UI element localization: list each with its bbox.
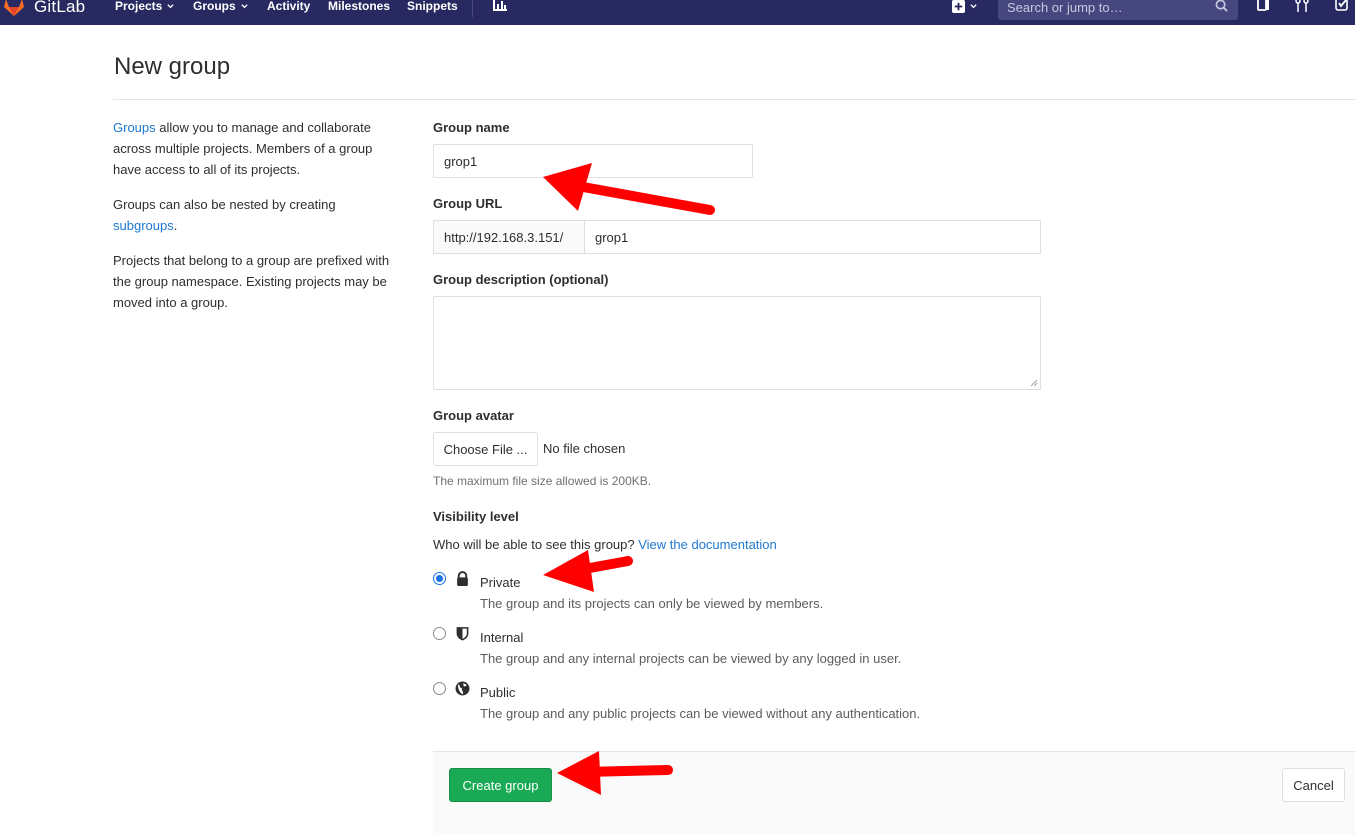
cancel-button[interactable]: Cancel [1282,768,1345,802]
visibility-question-text: Who will be able to see this group? [433,537,639,552]
todo-check-icon[interactable] [1335,0,1351,14]
visibility-internal-radio[interactable] [433,627,446,640]
nav-snippets[interactable]: Snippets [407,0,458,13]
choose-file-button[interactable]: Choose File ... [433,432,538,466]
visibility-level-label: Visibility level [433,509,519,524]
nav-snippets-label: Snippets [407,0,458,13]
search-input[interactable]: Search or jump to… [998,0,1238,20]
group-description-textarea[interactable] [433,296,1041,390]
help-text: . [173,218,178,233]
visibility-private-description: The group and its projects can only be v… [480,596,824,611]
group-name-label: Group name [433,120,510,135]
plus-square-icon [952,0,965,13]
page-title: New group [114,53,231,80]
chevron-down-icon [970,3,977,8]
group-name-value: grop1 [444,153,478,169]
nav-divider [472,0,473,17]
nav-projects[interactable]: Projects [115,0,175,13]
nav-milestones-label: Milestones [328,0,391,13]
merge-request-icon[interactable] [1294,0,1310,14]
gitlab-logo[interactable]: GitLab [0,0,85,20]
nav-activity-label: Activity [267,0,311,13]
visibility-private-label: Private [480,575,521,590]
help-text: Groups can also be nested by creating [113,197,336,212]
annotation-arrow-private [543,550,633,592]
visibility-internal-label: Internal [480,630,524,645]
top-navbar: GitLab Projects Groups Activity Mileston… [0,0,1355,25]
help-text: Projects that belong to a group are pref… [113,253,390,310]
group-url-input[interactable]: grop1 [584,220,1041,254]
nav-milestones[interactable]: Milestones [328,0,390,13]
title-divider [113,99,1355,100]
search-placeholder: Search or jump to… [1007,0,1123,15]
nav-groups[interactable]: Groups [193,0,249,13]
group-url-value: grop1 [595,229,629,245]
chevron-down-icon [240,3,248,8]
visibility-public-description: The group and any public projects can be… [480,706,921,721]
visibility-private-radio[interactable] [433,572,446,585]
nav-projects-label: Projects [115,0,163,13]
group-description-label: Group description (optional) [433,272,609,287]
chart-icon[interactable] [492,0,508,14]
group-url-label: Group URL [433,196,503,211]
brand-name: GitLab [34,0,86,16]
groups-link[interactable]: Groups [113,120,156,135]
resize-handle-icon[interactable] [1030,379,1038,387]
create-group-button[interactable]: Create group [449,768,552,802]
avatar-size-hint: The maximum file size allowed is 200KB. [433,474,652,488]
issues-icon[interactable] [1256,0,1272,14]
visibility-public-radio[interactable] [433,682,446,695]
nav-groups-label: Groups [193,0,236,13]
globe-icon [455,681,470,696]
help-paragraph-groups: Groups allow you to manage and collabora… [113,117,403,180]
visibility-public-label: Public [480,685,516,700]
file-status: No file chosen [543,441,626,456]
lock-icon [457,571,468,586]
help-paragraph-namespace: Projects that belong to a group are pref… [113,250,403,313]
shield-icon [456,627,469,641]
help-paragraph-subgroups: Groups can also be nested by creating su… [113,194,403,236]
group-name-input[interactable]: grop1 [433,144,753,178]
chevron-down-icon [167,3,175,8]
nav-activity[interactable]: Activity [267,0,310,13]
view-documentation-link[interactable]: View the documentation [638,537,777,552]
visibility-internal-description: The group and any internal projects can … [480,651,902,666]
gitlab-tanuki-icon [4,0,24,16]
group-avatar-label: Group avatar [433,408,514,423]
search-icon [1215,0,1228,12]
group-url-prefix: http://192.168.3.151/ [433,220,585,254]
visibility-question: Who will be able to see this group? View… [433,537,777,552]
new-item-dropdown[interactable] [952,0,978,13]
subgroups-link[interactable]: subgroups [113,218,174,233]
form-actions-bar [433,751,1355,835]
